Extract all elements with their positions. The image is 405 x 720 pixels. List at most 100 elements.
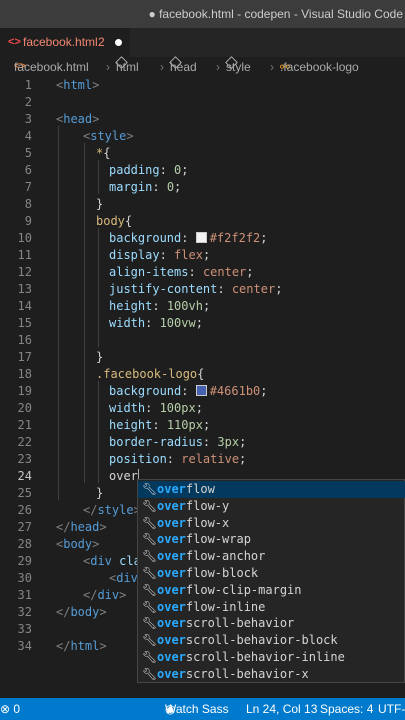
wrench-icon: 🔧︎ (142, 616, 158, 631)
suggestion-item[interactable]: 🔧︎ overscroll-behavior-x (138, 666, 405, 683)
code-line-22: border-radius: 3px; (109, 435, 247, 449)
code-line-30: <div (109, 571, 138, 585)
suggestion-item[interactable]: 🔧︎ overflow-wrap (138, 531, 405, 548)
code-line-14: height: 100vh; (109, 299, 211, 313)
line-number: 9 (24, 214, 32, 228)
code-line-24: over (109, 469, 138, 483)
line-number: 19 (17, 384, 32, 398)
line-number: 27 (17, 520, 32, 534)
line-number: 15 (17, 316, 32, 330)
color-swatch-icon[interactable] (195, 232, 207, 243)
wrench-icon: 🔧︎ (142, 498, 158, 513)
code-line-29: <div cla (83, 554, 141, 568)
line-number: 20 (17, 401, 32, 415)
line-number: 29 (17, 554, 32, 568)
suggestion-label: overflow-inline (157, 599, 266, 614)
code-line-15: width: 100vw; (109, 316, 203, 330)
line-number: 31 (17, 588, 32, 602)
indent-guide (98, 381, 99, 483)
status-bar: ⊗ 0 ◉ Watch Sass Ln 24, Col 13 Spaces: 4… (0, 698, 405, 720)
code-line-17: } (96, 350, 104, 364)
suggestion-label: overflow-block (157, 566, 259, 580)
suggestion-label: overflow-anchor (157, 549, 266, 564)
line-number: 10 (17, 231, 32, 245)
code-line-3: <head> (56, 112, 100, 126)
line-number: 3 (24, 112, 32, 126)
color-swatch-icon[interactable] (195, 385, 207, 396)
code-line-28: <body> (56, 537, 100, 551)
indent-guide (84, 143, 85, 483)
line-number: 32 (17, 605, 32, 619)
line-number: 24 (17, 469, 32, 483)
suggestion-label: overflow-wrap (157, 532, 251, 547)
line-number: 28 (17, 537, 32, 551)
suggestion-label: overscroll-behavior-x (157, 666, 309, 681)
line-number: 14 (17, 299, 32, 313)
line-number: 26 (17, 503, 32, 517)
suggestion-item[interactable]: 🔧︎ overflow-inline (138, 599, 405, 616)
line-number: 8 (24, 197, 32, 211)
line-number: 18 (17, 367, 32, 381)
status-cursor-position[interactable]: Ln 24, Col 13 (246, 698, 317, 720)
breadcrumb: <> facebook.html › html › head › style › … (0, 56, 405, 77)
line-number: 21 (17, 418, 32, 432)
suggestion-label: overflow-y (157, 498, 230, 513)
code-line-12: align-items: center; (109, 265, 254, 279)
suggestion-label: overflow-x (157, 515, 230, 530)
indent-guide (98, 228, 99, 347)
code-line-26: </style> (83, 503, 141, 517)
status-indentation[interactable]: Spaces: 4 (320, 698, 373, 720)
title-bar: ● facebook.html - codepen - Visual Studi… (0, 0, 405, 28)
status-encoding[interactable]: UTF-8 (378, 698, 405, 720)
line-number: 23 (17, 452, 32, 466)
tab-label: facebook.html (23, 35, 98, 49)
code-line-10: background: #f2f2f2; (109, 231, 268, 245)
wrench-icon: 🔧︎ (142, 532, 158, 547)
line-number: 2 (24, 95, 32, 109)
code-line-20: width: 100px; (109, 401, 203, 415)
code-line-18: .facebook-logo{ (96, 367, 205, 381)
tab-bar: <> facebook.html 2 (0, 28, 405, 57)
wrench-icon: 🔧︎ (142, 566, 158, 580)
suggestion-item[interactable]: 🔧︎ overflow-clip-margin (138, 582, 405, 599)
code-line-31: </div> (83, 588, 127, 602)
code-line-25: } (96, 486, 104, 500)
wrench-icon: 🔧︎ (142, 666, 158, 681)
code-line-8: } (96, 197, 104, 211)
line-number: 11 (17, 248, 32, 262)
suggestion-item[interactable]: 🔧︎ overflow-block (138, 565, 405, 582)
line-number: 13 (17, 282, 32, 296)
code-line-4: <style> (83, 129, 134, 143)
suggestion-item[interactable]: 🔧︎ overflow-x (138, 515, 405, 532)
code-line-34: </html> (56, 639, 107, 653)
tab-facebook-html[interactable]: <> facebook.html 2 (0, 28, 130, 57)
chevron-right-icon: › (270, 60, 274, 74)
code-line-13: justify-content: center; (109, 282, 283, 296)
line-number: 34 (17, 639, 32, 653)
wrench-icon: 🔧︎ (142, 515, 158, 530)
suggestion-item[interactable]: 🔧︎ overflow-anchor (138, 548, 405, 565)
status-problems[interactable]: ⊗ 0 (0, 698, 20, 720)
suggestion-item[interactable]: 🔧︎ overflow-y (138, 498, 405, 515)
suggestion-item[interactable]: 🔧︎ overflow (138, 481, 405, 498)
line-number: 1 (24, 78, 32, 92)
wrench-icon: 🔧︎ (142, 549, 158, 564)
code-line-27: </head> (56, 520, 107, 534)
wrench-icon: 🔧︎ (142, 633, 158, 648)
code-line-11: display: flex; (109, 248, 211, 262)
suggestion-item[interactable]: 🔧︎ overscroll-behavior-inline (138, 649, 405, 666)
html-file-icon: <> (8, 36, 21, 48)
wrench-icon: 🔧︎ (142, 582, 158, 597)
suggestion-item[interactable]: 🔧︎ overscroll-behavior (138, 615, 405, 632)
suggestion-item[interactable]: 🔧︎ overscroll-behavior-block (138, 632, 405, 649)
line-number: 7 (24, 180, 32, 194)
suggestion-label: overflow-clip-margin (157, 582, 302, 597)
suggestion-label: overscroll-behavior-inline (157, 650, 345, 664)
line-number: 25 (17, 486, 32, 500)
line-number: 4 (24, 129, 32, 143)
indent-guide (58, 126, 59, 500)
chevron-right-icon: › (216, 60, 220, 74)
suggestion-label: overscroll-behavior (157, 616, 295, 631)
wrench-icon: 🔧︎ (142, 482, 158, 496)
unsaved-dot-icon[interactable] (115, 39, 122, 46)
